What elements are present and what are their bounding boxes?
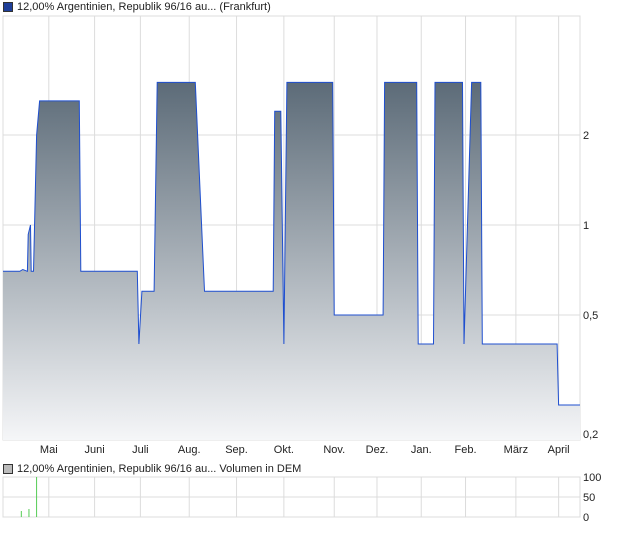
x-tick-label: Aug. [178, 444, 201, 456]
y-tick-label: 0,2 [583, 429, 598, 441]
x-tick-label: Jan. [411, 444, 432, 456]
x-tick-label: März [504, 444, 528, 456]
chart-widget: 12,00% Argentinien, Republik 96/16 au...… [0, 0, 620, 546]
x-tick-label: Okt. [274, 444, 294, 456]
x-tick-label: Feb. [455, 444, 477, 456]
volume-y-tick-label: 50 [583, 492, 595, 504]
chart-svg: 2 1 0,5 0,2 Mai Juni Juli Aug. Sep. Okt. Nov. Dez. J… [2, 15, 601, 524]
x-tick-label: Sep. [225, 444, 248, 456]
x-tick-label: Dez. [366, 444, 389, 456]
x-tick-label: April [548, 444, 570, 456]
volume-y-tick-label: 0 [583, 512, 589, 524]
x-tick-label: Juli [132, 444, 149, 456]
y-tick-label: 1 [583, 220, 589, 232]
price-area [3, 82, 580, 441]
x-tick-label: Juni [84, 444, 104, 456]
volume-y-tick-label: 100 [583, 472, 601, 484]
y-tick-label: 0,5 [583, 310, 598, 322]
x-tick-label: Nov. [323, 444, 345, 456]
x-tick-label: Mai [40, 444, 58, 456]
y-tick-label: 2 [583, 130, 589, 142]
